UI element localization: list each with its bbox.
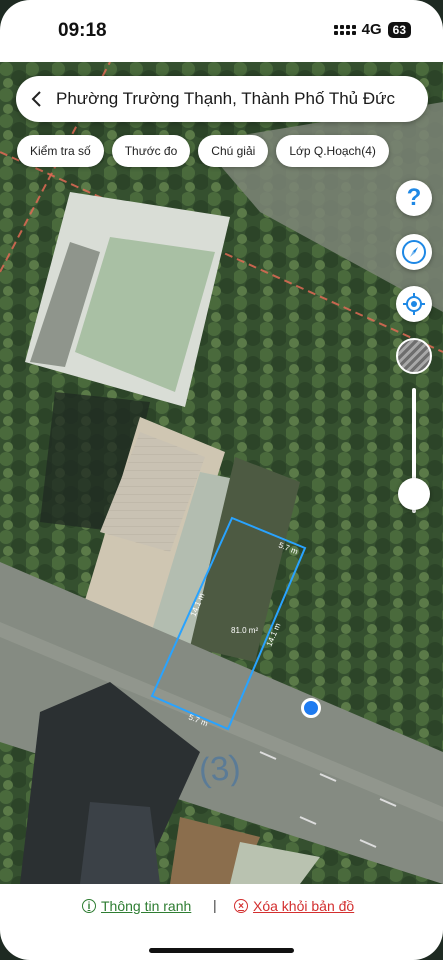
parcel-area-label: 81.0 m² — [231, 626, 258, 635]
signal-icon — [333, 24, 356, 35]
chip-measure[interactable]: Thước đo — [111, 135, 191, 167]
remove-from-map-link[interactable]: × Xóa khỏi bản đồ — [234, 898, 354, 914]
chip-legend[interactable]: Chú giải — [198, 135, 269, 167]
locate-button[interactable] — [396, 286, 432, 322]
close-icon: × — [234, 899, 248, 913]
help-button[interactable]: ? — [396, 180, 432, 216]
battery-icon: 63 — [387, 21, 411, 38]
home-indicator — [149, 948, 294, 953]
parcel-info-label: Thông tin ranh — [101, 898, 192, 914]
layer-icon[interactable] — [396, 338, 432, 374]
question-icon: ? — [406, 184, 422, 211]
chip-check-number[interactable]: Kiểm tra số — [17, 135, 104, 167]
chip-planning-layer[interactable]: Lớp Q.Hoạch(4) — [276, 135, 389, 167]
zoom-slider-knob[interactable] — [398, 478, 430, 511]
status-indicators: 4G 63 — [333, 21, 411, 38]
link-separator: | — [213, 897, 217, 913]
road-number-label: (3) — [197, 748, 242, 789]
status-bar: 09:18 4G 63 — [0, 0, 443, 62]
satellite-map[interactable]: (3) 5.7 m 5.7 m 14.1 m 14.1 m 81.0 m² — [0, 62, 443, 884]
parcel-info-link[interactable]: i Thông tin ranh — [82, 898, 191, 914]
info-icon: i — [82, 899, 96, 913]
app-screen: 09:18 4G 63 (3) 5.7 m 5.7 m 14.1 m 14.1 … — [0, 0, 443, 960]
compass-button[interactable] — [396, 234, 432, 270]
remove-from-map-label: Xóa khỏi bản đồ — [253, 898, 355, 914]
chevron-left-icon[interactable] — [16, 76, 56, 122]
network-label: 4G — [361, 21, 382, 38]
crosshair-icon — [403, 293, 425, 315]
location-title[interactable]: Phường Trường Thạnh, Thành Phố Thủ Đức — [56, 89, 395, 109]
map-imagery: (3) 5.7 m 5.7 m 14.1 m 14.1 m 81.0 m² — [0, 62, 443, 884]
compass-icon — [402, 240, 426, 264]
status-time: 09:18 — [58, 20, 107, 41]
search-bar[interactable]: Phường Trường Thạnh, Thành Phố Thủ Đức — [16, 76, 428, 122]
current-location-marker — [301, 698, 321, 718]
tool-chips: Kiểm tra số Thước đo Chú giải Lớp Q.Hoạc… — [17, 135, 389, 167]
